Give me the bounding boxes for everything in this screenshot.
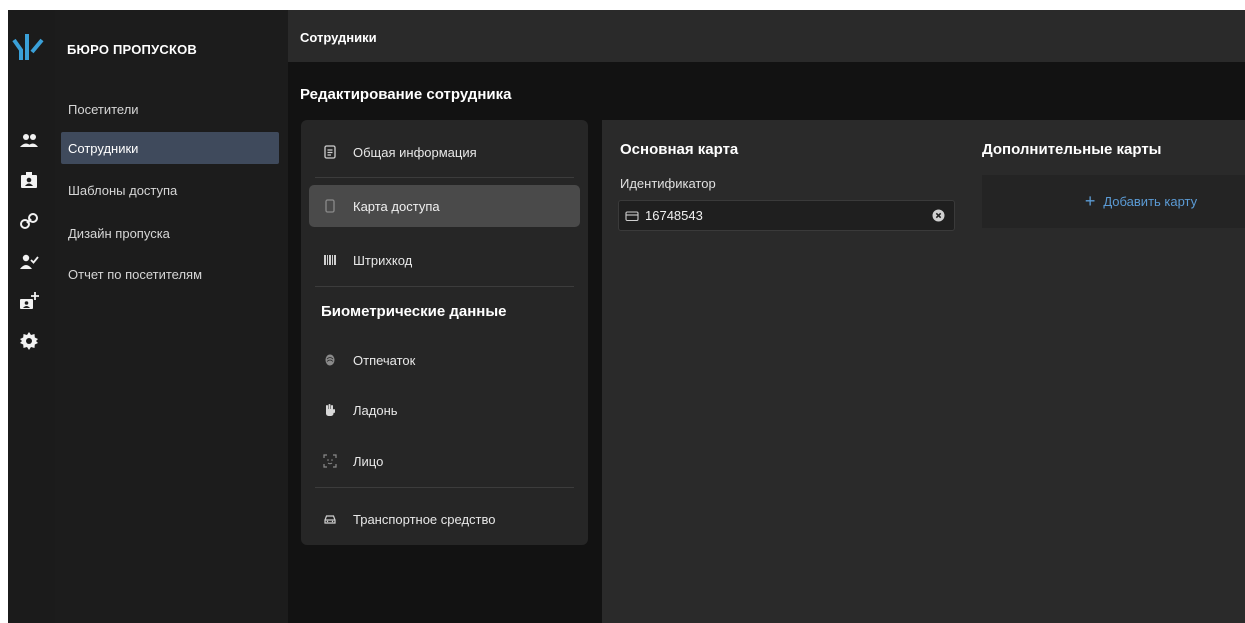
sidebar-item-visitors-report[interactable]: Отчет по посетителям [61,258,279,290]
menu-item-barcode[interactable]: Штрихкод [309,239,580,281]
credit-card-icon [625,210,639,221]
app-window: БЮРО ПРОПУСКОВ Посетители Сотрудники Шаб… [8,10,1245,623]
face-scan-icon [321,452,339,470]
sidebar-item-access-templates[interactable]: Шаблоны доступа [61,174,279,206]
divider [315,286,574,287]
barcode-icon [321,251,339,269]
car-icon [321,510,339,528]
plus-icon: + [1084,191,1096,211]
employees-badge-icon[interactable] [18,169,40,191]
menu-item-vehicle[interactable]: Транспортное средство [309,498,580,540]
extra-cards-title: Дополнительные карты [982,141,1162,158]
identifier-input[interactable]: 16748543 [618,200,955,231]
topbar-title: Сотрудники [300,30,377,45]
menu-item-label: Общая информация [353,144,477,160]
logo-icon [12,34,44,60]
sidebar: БЮРО ПРОПУСКОВ Посетители Сотрудники Шаб… [55,10,288,623]
document-icon [321,143,339,161]
divider [315,177,574,178]
gear-icon[interactable] [18,330,40,352]
card-icon [321,197,339,215]
palm-icon [321,401,339,419]
fingerprint-icon [321,351,339,369]
visitors-icon[interactable] [18,130,40,152]
top-bar: Сотрудники [288,10,1245,62]
page-title: Редактирование сотрудника [300,86,512,103]
clear-icon[interactable] [932,209,945,222]
menu-item-label: Карта доступа [353,198,440,214]
brand-title: БЮРО ПРОПУСКОВ [67,42,197,57]
main-card-title: Основная карта [620,141,739,158]
menu-item-face[interactable]: Лицо [309,440,580,482]
menu-item-general-info[interactable]: Общая информация [309,131,580,173]
menu-item-fingerprint[interactable]: Отпечаток [309,339,580,381]
menu-item-label: Отпечаток [353,352,416,368]
card-panel: Основная карта Идентификатор 16748543 До… [602,120,1245,623]
sidebar-item-visitors[interactable]: Посетители [61,93,279,125]
link-icon[interactable] [18,210,40,232]
menu-item-palm[interactable]: Ладонь [309,389,580,431]
menu-item-label: Лицо [353,453,384,469]
icon-rail [8,10,55,623]
add-card-button[interactable]: + Добавить карту [982,175,1245,228]
section-menu: Общая информация Карта доступа Штрихкод … [301,120,588,545]
identifier-label: Идентификатор [620,176,716,191]
identifier-value: 16748543 [645,208,703,223]
menu-item-label: Ладонь [353,402,398,418]
add-card-label: Добавить карту [1103,194,1198,209]
menu-item-access-card[interactable]: Карта доступа [309,185,580,227]
sidebar-item-pass-design[interactable]: Дизайн пропуска [61,217,279,249]
menu-item-label: Транспортное средство [353,511,496,527]
biometrics-heading: Биометрические данные [321,303,507,320]
divider [315,487,574,488]
user-check-icon[interactable] [18,250,40,272]
sidebar-item-employees[interactable]: Сотрудники [61,132,279,164]
badge-add-icon[interactable] [18,290,40,312]
menu-item-label: Штрихкод [353,252,413,268]
